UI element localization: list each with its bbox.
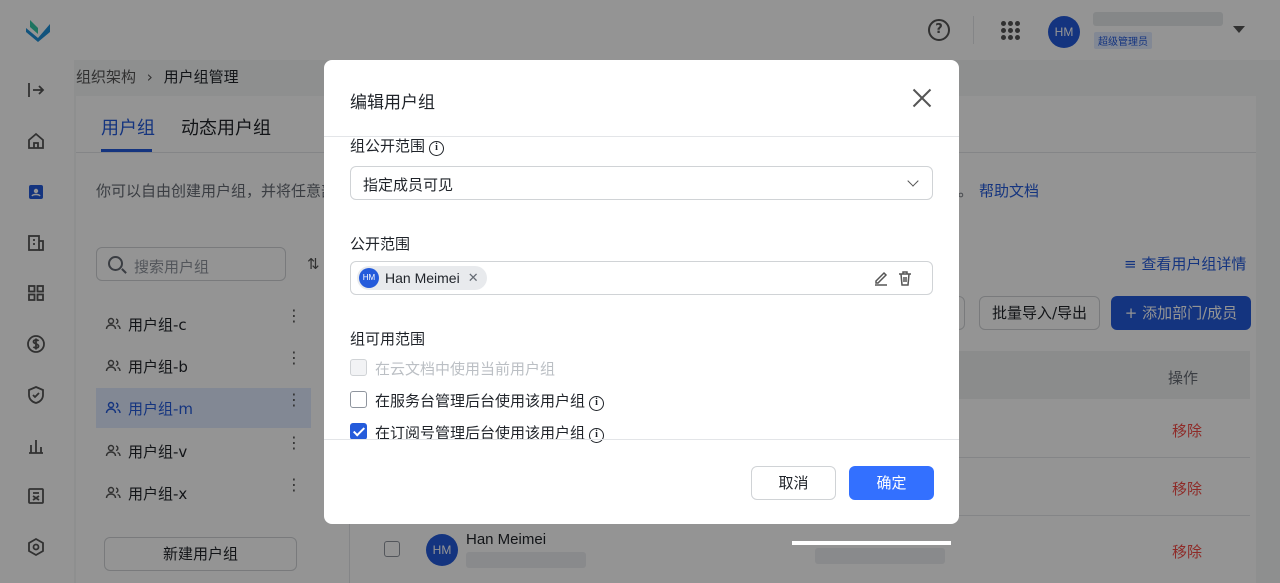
- visibility-label-text: 组公开范围: [350, 137, 426, 155]
- option-label: 在云文档中使用当前用户组: [375, 360, 556, 378]
- option-label-wrap: 在服务台管理后台使用该用户组 i: [375, 390, 605, 411]
- scroll-indicator: [792, 541, 951, 545]
- visibility-select-value: 指定成员可见: [363, 176, 454, 194]
- remove-chip-icon[interactable]: ✕: [468, 271, 479, 286]
- avatar: HM: [359, 268, 379, 288]
- public-scope-field[interactable]: HM Han Meimei ✕: [350, 261, 933, 295]
- close-icon[interactable]: [912, 88, 932, 108]
- edit-icon[interactable]: [872, 269, 890, 287]
- member-chip-name: Han Meimei: [385, 270, 460, 286]
- visibility-label: 组公开范围 i: [350, 135, 445, 156]
- visibility-select[interactable]: 指定成员可见: [350, 166, 933, 200]
- checkbox-checked[interactable]: [350, 423, 367, 440]
- confirm-button[interactable]: 确定: [849, 466, 934, 500]
- info-icon[interactable]: i: [589, 428, 605, 443]
- public-scope-label: 公开范围: [350, 235, 411, 253]
- member-chip: HM Han Meimei ✕: [357, 266, 487, 290]
- info-icon[interactable]: i: [429, 141, 445, 156]
- edit-group-dialog: 编辑用户组 组公开范围 i 指定成员可见 公开范围 HM Han Meimei ✕…: [324, 60, 959, 524]
- chevron-down-icon: [907, 175, 919, 187]
- dialog-title: 编辑用户组: [350, 93, 435, 113]
- checkbox[interactable]: [350, 391, 367, 408]
- info-icon[interactable]: i: [589, 396, 605, 411]
- cancel-button[interactable]: 取消: [751, 466, 836, 500]
- usable-scope-label: 组可用范围: [350, 330, 426, 348]
- option-label: 在服务台管理后台使用该用户组: [375, 392, 586, 410]
- checkbox: [350, 359, 367, 376]
- trash-icon[interactable]: [896, 269, 914, 287]
- divider: [324, 439, 959, 440]
